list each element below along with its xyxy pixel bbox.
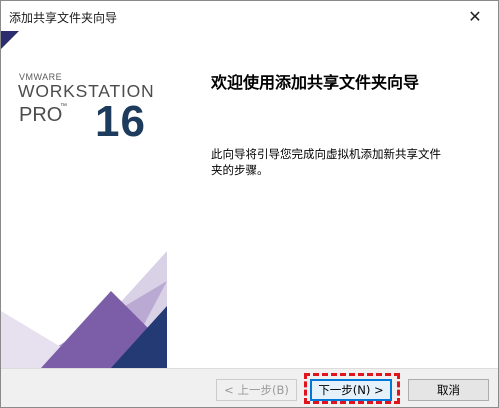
next-button[interactable]: 下一步(N) > [310,379,392,401]
corner-triangle [1,31,19,49]
cancel-button[interactable]: 取消 [408,379,489,401]
wizard-description: 此向导将引导您完成向虚拟机添加新共享文件夹的步骤。 [211,147,441,177]
brand-version: 16 [95,97,146,146]
wizard-banner: VMWARE WORKSTATION PRO ™ 16 [1,31,167,368]
window-title: 添加共享文件夹向导 [9,11,118,25]
wizard-window: 添加共享文件夹向导 ✕ VMWARE WORKSTATION PRO ™ 16 … [0,0,499,408]
title-bar[interactable]: 添加共享文件夹向导 ✕ [1,1,498,31]
close-icon[interactable]: ✕ [452,1,498,31]
wizard-content: 欢迎使用添加共享文件夹向导 此向导将引导您完成向虚拟机添加新共享文件夹的步骤。 [167,31,498,368]
brand-trademark: ™ [60,103,67,110]
button-bar: < 上一步(B) 下一步(N) > 取消 [1,368,498,407]
brand-edition: PRO [19,104,63,126]
back-button[interactable]: < 上一步(B) [216,379,297,401]
page-title: 欢迎使用添加共享文件夹向导 [211,73,420,92]
